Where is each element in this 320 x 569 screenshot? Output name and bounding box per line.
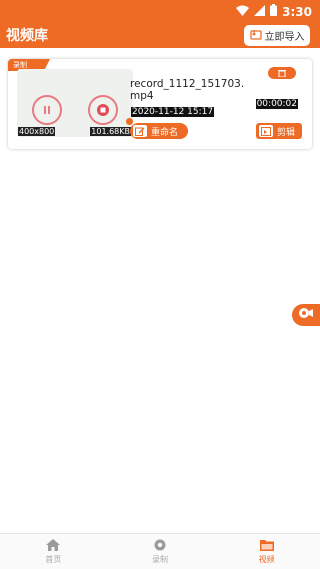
status-bar: 3:30	[0, 0, 320, 22]
signal-icon	[254, 3, 266, 21]
rename-label: 重命名	[151, 127, 179, 138]
delete-button[interactable]	[268, 67, 296, 79]
nav-item-record[interactable]: 录制	[107, 534, 214, 569]
edit-label: 剪辑	[277, 127, 296, 138]
video-filename: record_1112_151703.mp4	[130, 78, 245, 102]
video-resolution: 400x800	[18, 127, 56, 136]
import-label: 立即导入	[264, 32, 305, 43]
record-nav-icon	[154, 539, 166, 553]
rename-button[interactable]: 重命名	[130, 123, 188, 139]
nav-label-videos: 视频	[258, 554, 275, 564]
video-card[interactable]: 录制 400x800 101.68KB record_1112_151703.m…	[8, 59, 312, 149]
edit-button[interactable]: 剪辑	[256, 123, 302, 139]
record-icon	[298, 306, 314, 324]
pause-icon	[32, 95, 62, 125]
nav-label-record: 录制	[152, 554, 168, 564]
nav-item-home[interactable]: 首页	[0, 534, 107, 569]
app-header: 视频库 立即导入	[0, 22, 320, 48]
nav-item-videos[interactable]: 视频	[213, 534, 320, 569]
wifi-icon	[236, 3, 250, 21]
floating-record-button[interactable]	[292, 304, 320, 326]
video-thumbnail[interactable]: 400x800 101.68KB	[17, 69, 133, 137]
folder-icon	[259, 539, 274, 553]
home-icon	[46, 538, 61, 553]
page-title: 视频库	[6, 28, 48, 44]
status-time: 3:30	[282, 5, 312, 19]
video-duration: 00:00:02	[255, 99, 298, 109]
rename-icon	[133, 125, 147, 137]
stop-icon	[88, 95, 118, 125]
edit-video-icon	[259, 125, 273, 137]
import-icon	[249, 29, 262, 43]
video-size: 101.68KB	[90, 127, 131, 136]
trash-icon	[278, 64, 286, 82]
video-date: 2020-11-12 15:17	[131, 107, 215, 117]
import-button[interactable]: 立即导入	[244, 25, 310, 46]
nav-label-home: 首页	[45, 554, 62, 564]
battery-icon	[270, 3, 278, 21]
bottom-nav: 首页 录制 视频	[0, 533, 320, 569]
